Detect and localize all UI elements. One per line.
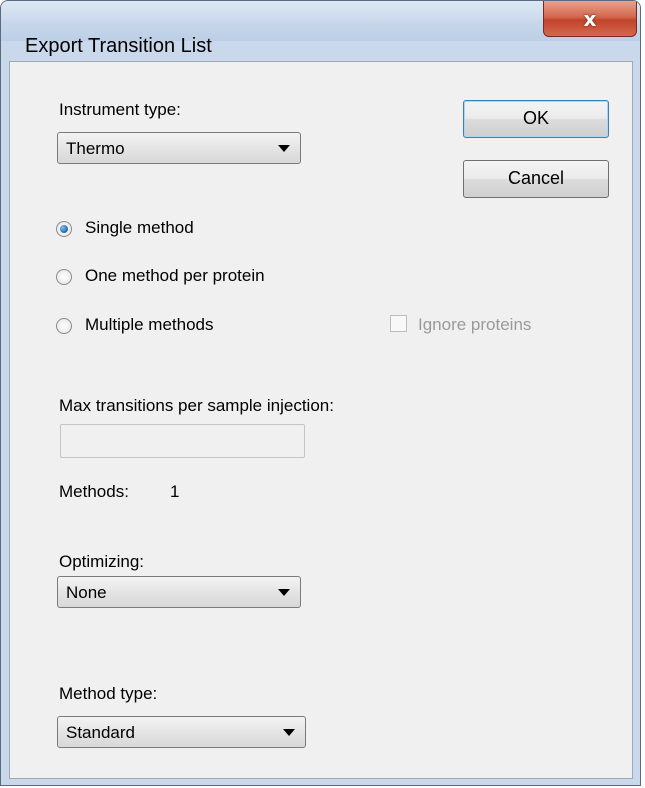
optimizing-label: Optimizing: <box>59 552 145 571</box>
methods-count: 1 <box>170 482 180 501</box>
radio-multiple-methods[interactable] <box>56 318 72 334</box>
chevron-down-icon <box>283 729 295 736</box>
method-type-value: Standard <box>66 723 135 742</box>
chevron-down-icon <box>278 589 290 596</box>
instrument-type-dropdown[interactable]: Thermo <box>57 132 301 164</box>
ignore-proteins-checkbox[interactable] <box>390 315 407 332</box>
max-transitions-input[interactable] <box>60 424 305 458</box>
radio-one-method-per-protein[interactable] <box>56 269 72 285</box>
ok-button[interactable]: OK <box>463 100 609 138</box>
ignore-proteins-label: Ignore proteins <box>418 315 532 334</box>
dialog-body: Instrument type: Thermo OK Cancel Single… <box>9 61 633 779</box>
radio-single-method[interactable] <box>56 221 72 237</box>
window-title: Export Transition List <box>25 35 212 57</box>
optimizing-value: None <box>66 583 107 602</box>
close-button[interactable]: x <box>543 1 637 37</box>
instrument-type-value: Thermo <box>66 139 125 158</box>
title-bar[interactable]: Export Transition List x <box>1 1 640 57</box>
one-method-per-protein-label[interactable]: One method per protein <box>85 266 265 286</box>
radio-selected-dot <box>60 225 68 233</box>
chevron-down-icon <box>278 145 290 152</box>
single-method-label[interactable]: Single method <box>85 218 194 238</box>
max-transitions-label: Max transitions per sample injection: <box>59 396 334 415</box>
optimizing-dropdown[interactable]: None <box>57 576 301 608</box>
close-icon: x <box>583 6 597 31</box>
cancel-button[interactable]: Cancel <box>463 160 609 198</box>
dialog-window: Export Transition List x Instrument type… <box>0 0 641 786</box>
multiple-methods-label[interactable]: Multiple methods <box>85 315 214 335</box>
method-type-dropdown[interactable]: Standard <box>57 716 306 748</box>
methods-label: Methods: <box>59 482 129 501</box>
method-type-label: Method type: <box>59 684 158 703</box>
instrument-type-label: Instrument type: <box>59 100 181 119</box>
